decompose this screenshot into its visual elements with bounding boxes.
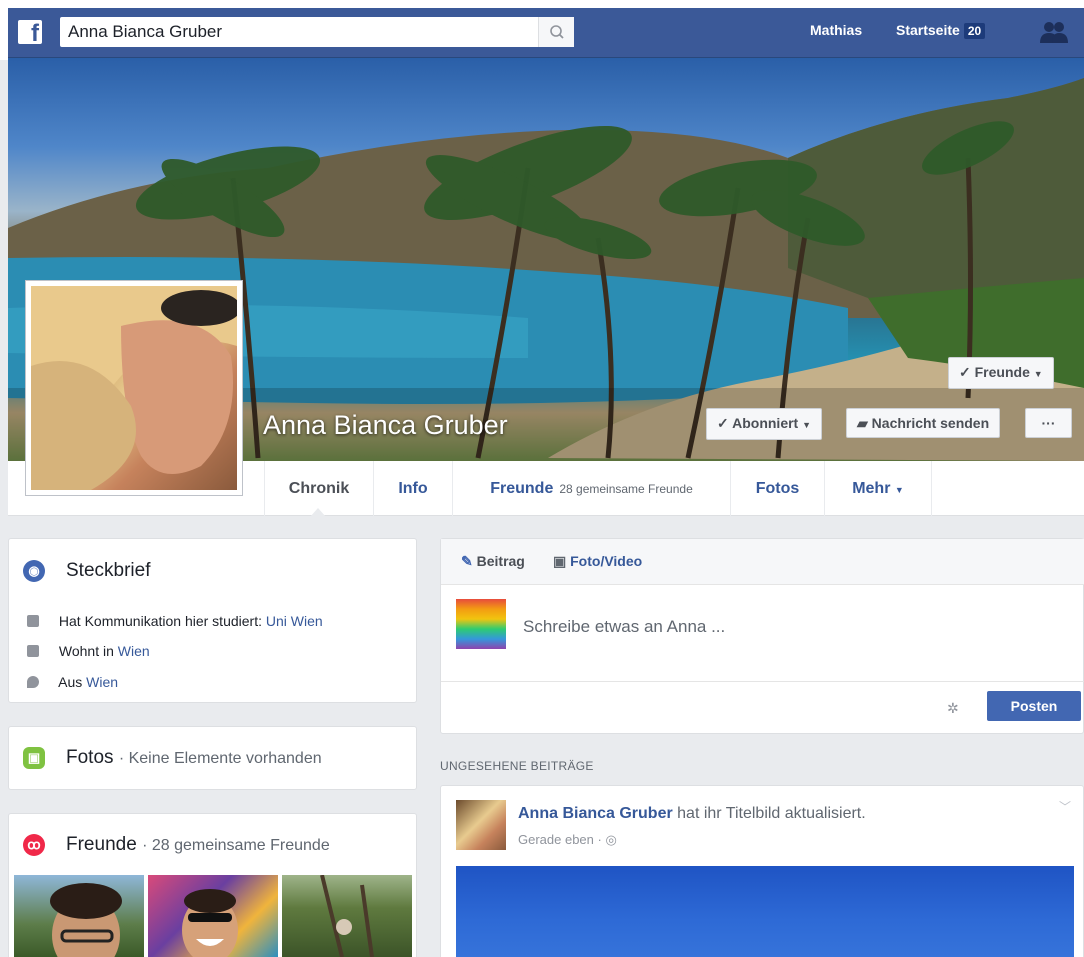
friends-title: Freunde · 28 gemeinsame Freunde <box>66 834 330 856</box>
intro-text: Aus <box>58 674 83 690</box>
photos-title: Fotos · Keine Elemente vorhanden <box>66 747 322 769</box>
tab-friends-count: 28 gemeinsame Freunde <box>559 482 693 496</box>
intro-link[interactable]: Wien <box>118 643 150 659</box>
caret-down-icon: ▼ <box>1033 369 1043 379</box>
tab-photos[interactable]: Fotos <box>730 461 824 516</box>
user-avatar <box>456 599 506 649</box>
unseen-posts-label: UNGESEHENE BEITRÄGE <box>440 759 594 773</box>
check-icon: ✓ <box>717 415 729 431</box>
tab-label: Freunde <box>490 480 554 497</box>
feed-post: Anna Bianca Gruber hat ihr Titelbild akt… <box>440 785 1084 957</box>
intro-text: Hat Kommunikation hier studiert: <box>58 613 262 629</box>
post-action: hat ihr Titelbild aktualisiert. <box>677 805 866 822</box>
tab-label: Chronik <box>288 480 350 497</box>
composer-divider <box>441 681 1084 682</box>
top-bar: f Mathias Startseite20 <box>0 0 1084 60</box>
composer-tab-bar <box>441 539 1084 585</box>
location-pin-icon <box>27 676 39 688</box>
subscribed-button-label: Abonniert <box>732 415 799 431</box>
intro-row-hometown: Aus Wien <box>27 674 118 690</box>
caret-down-icon: ▼ <box>802 420 812 430</box>
friends-icon: ꝏ <box>23 834 45 856</box>
photos-sub: · Keine Elemente vorhanden <box>118 750 322 767</box>
intro-title: Steckbrief <box>66 560 151 581</box>
tab-label: Fotos <box>755 480 800 497</box>
globe-icon: ◉ <box>23 560 45 582</box>
blue-nav-bar: f Mathias Startseite20 <box>8 8 1084 58</box>
photo-icon: ▣ <box>23 747 45 769</box>
post-options-chevron-icon[interactable]: ﹀ <box>1059 798 1071 815</box>
intro-text: Wohnt in <box>58 643 114 659</box>
intro-link[interactable]: Wien <box>86 674 118 690</box>
photos-card: ▣ Fotos · Keine Elemente vorhanden <box>8 726 417 790</box>
post-author-avatar[interactable] <box>456 800 506 850</box>
composer-tab-label: Beitrag <box>476 553 525 569</box>
post-image[interactable] <box>456 866 1074 957</box>
home-icon <box>27 645 39 657</box>
message-button[interactable]: ▰ Nachricht senden <box>846 408 1001 438</box>
search-icon <box>550 25 564 39</box>
home-link-label: Startseite <box>896 22 960 38</box>
post-meta: Gerade eben · ◎ <box>518 832 617 848</box>
more-options-button[interactable]: ··· <box>1025 408 1072 438</box>
friend-photo[interactable] <box>148 875 278 957</box>
friends-button[interactable]: ✓ Freunde ▼ <box>948 357 1054 389</box>
intro-row-residence: Wohnt in Wien <box>27 643 150 659</box>
friends-title-link[interactable]: Freunde <box>66 834 137 855</box>
caret-down-icon: ▼ <box>894 485 904 495</box>
profile-picture[interactable] <box>25 280 243 496</box>
intro-row-education: Hat Kommunikation hier studiert: Uni Wie… <box>27 613 323 629</box>
post-author-link[interactable]: Anna Bianca Gruber <box>518 805 673 822</box>
intro-link[interactable]: Uni Wien <box>266 613 323 629</box>
gear-icon[interactable]: ✲ <box>947 700 959 717</box>
graduation-cap-icon <box>27 615 39 627</box>
home-link[interactable]: Startseite 20 <box>896 22 986 39</box>
tab-label: Info <box>398 480 428 497</box>
tab-label: Mehr <box>852 480 891 497</box>
camera-icon: ▣ <box>553 553 567 569</box>
facebook-logo-icon[interactable]: f <box>18 20 42 44</box>
composer-tab-photo[interactable]: ▣ Foto/Video <box>553 553 642 570</box>
composer-tab-label: Foto/Video <box>570 553 643 569</box>
profile-link[interactable]: Mathias <box>810 22 862 38</box>
post-composer: ✎ Beitrag ▣ Foto/Video Schreibe etwas an… <box>440 538 1084 734</box>
friend-photo[interactable] <box>282 875 412 957</box>
more-icon: ··· <box>1041 415 1056 431</box>
active-tab-indicator <box>310 508 326 517</box>
subscribed-button[interactable]: ✓ Abonniert ▼ <box>706 408 823 440</box>
search-box <box>60 17 574 47</box>
message-icon: ▰ <box>857 415 868 431</box>
search-input[interactable] <box>60 17 538 47</box>
profile-name[interactable]: Anna Bianca Gruber <box>263 410 508 441</box>
check-icon: ✓ <box>959 364 971 380</box>
home-badge: 20 <box>963 23 986 39</box>
tab-info[interactable]: Info <box>373 461 452 516</box>
composer-tab-post[interactable]: ✎ Beitrag <box>461 553 525 570</box>
intro-card: ◉ Steckbrief Hat Kommunikation hier stud… <box>8 538 417 703</box>
tab-more[interactable]: Mehr ▼ <box>824 461 932 516</box>
post-button[interactable]: Posten <box>987 691 1081 721</box>
post-header: Anna Bianca Gruber hat ihr Titelbild akt… <box>518 805 866 823</box>
post-timestamp[interactable]: Gerade eben · <box>518 832 602 847</box>
pencil-icon: ✎ <box>461 553 473 569</box>
globe-icon: ◎ <box>605 832 617 847</box>
message-button-label: Nachricht senden <box>871 415 990 431</box>
profile-picture-image <box>31 286 237 490</box>
composer-input[interactable]: Schreibe etwas an Anna ... <box>523 617 725 637</box>
tab-friends[interactable]: Freunde 28 gemeinsame Freunde <box>452 461 730 516</box>
friend-photo[interactable] <box>14 875 144 957</box>
friends-sub: · 28 gemeinsame Freunde <box>142 837 330 854</box>
friends-button-label: Freunde <box>974 364 1030 380</box>
friend-requests-icon[interactable] <box>1038 21 1072 45</box>
photos-title-link[interactable]: Fotos <box>66 747 114 768</box>
search-button[interactable] <box>538 17 574 47</box>
